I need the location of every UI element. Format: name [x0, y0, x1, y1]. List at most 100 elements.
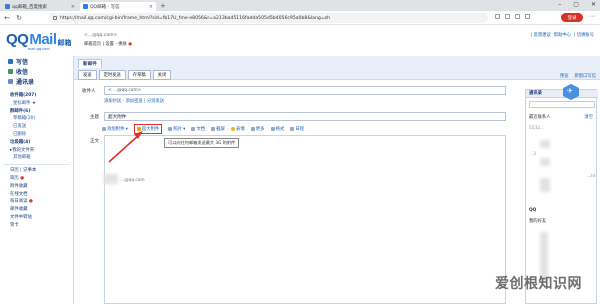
- folder-drafts[interactable]: 草稿箱(20): [4, 115, 70, 123]
- save-draft-button[interactable]: 存草稿: [127, 70, 151, 80]
- emoji-button[interactable]: 表情: [230, 126, 245, 132]
- body-editor[interactable]: [104, 135, 506, 304]
- folder-deleted[interactable]: 已删除: [4, 131, 70, 139]
- blurred-contact: [540, 158, 550, 166]
- to-field[interactable]: < …@qq.com>: [104, 86, 506, 95]
- contacts-panel: 通讯录 最近联系人 清空 5532… …3 …zd QQ 我的好友: [525, 89, 598, 304]
- format-button[interactable]: 格式: [270, 126, 284, 132]
- scheduled-send-button[interactable]: 定时发送: [98, 70, 126, 80]
- logo-mail-text: Mail: [29, 31, 57, 48]
- qq-label: QQ: [529, 208, 537, 213]
- url-field[interactable]: https://mail.qq.com/cgi-bin/frame_html?s…: [48, 13, 488, 23]
- scissors-icon: [211, 127, 216, 131]
- screenshot-button[interactable]: 截屏: [211, 126, 225, 132]
- resume-link[interactable]: 简历 ●: [4, 175, 70, 183]
- contacts-search-input[interactable]: [529, 101, 595, 108]
- minimize-icon[interactable]: –: [558, 1, 561, 8]
- favorite-star-icon[interactable]: [505, 14, 510, 19]
- online-docs-link[interactable]: 在线文档: [4, 191, 70, 199]
- grid-icon: [250, 127, 255, 131]
- collections-icon[interactable]: [515, 14, 520, 19]
- compose-button[interactable]: 写信: [4, 56, 70, 66]
- document-icon: [191, 127, 196, 131]
- lock-icon: [53, 16, 57, 20]
- top-links-text[interactable]: 邮箱首页 | 设置 - 换肤: [84, 42, 127, 47]
- feedback-link[interactable]: | 反馈建议: [531, 32, 551, 38]
- folder-spam[interactable]: 垃圾箱(4): [4, 139, 70, 147]
- tab-label: qq邮箱_百度搜索: [12, 4, 47, 10]
- account-address: <…@qq.com>: [84, 33, 118, 38]
- receive-button[interactable]: 收信: [4, 66, 70, 76]
- header-right-links: | 反馈建议 帮助中心 | 切换账号: [531, 32, 594, 38]
- photo-button[interactable]: 照片 ▾: [168, 126, 185, 132]
- close-window-icon[interactable]: ✕: [591, 1, 596, 8]
- large-attachment-button[interactable]: 超大附件: [133, 124, 163, 134]
- preview-link[interactable]: 预览: [560, 73, 569, 79]
- subject-field[interactable]: 超大附件: [104, 112, 506, 121]
- body-label: 正文: [90, 139, 99, 144]
- qq-friends-header[interactable]: QQ: [529, 208, 536, 213]
- qqmail-logo[interactable]: QQ Mail 邮箱: [6, 31, 72, 48]
- browser-login-button[interactable]: 登录: [561, 13, 583, 22]
- resume-label: 简历: [10, 175, 19, 181]
- tab-baidu-search[interactable]: qq邮箱_百度搜索 ×: [2, 2, 78, 11]
- clear-recent-link[interactable]: 清空: [584, 114, 593, 120]
- contacts-label: 通讯录: [16, 78, 35, 86]
- more-icon[interactable]: ⋯: [589, 13, 595, 20]
- back-icon[interactable]: ←: [4, 14, 10, 22]
- folder-sent[interactable]: 已发送: [4, 123, 70, 131]
- photo-icon: [168, 127, 173, 131]
- compose-toolbar: 添加附件 ▾ 超大附件 照片 ▾ 文档 截屏 表情 更多 格式 日程: [102, 124, 508, 134]
- send-button[interactable]: 发送: [78, 70, 97, 80]
- contact-row[interactable]: …zd: [586, 174, 595, 179]
- mail-header: QQ Mail 邮箱 mail.qq.com <…@qq.com> 邮箱首页 |…: [0, 25, 600, 55]
- calendar-notes-link[interactable]: 日历 | 记事本: [4, 167, 70, 175]
- attachments-link[interactable]: 附件收藏: [4, 183, 70, 191]
- close-tab-icon[interactable]: ×: [71, 4, 75, 10]
- large-attachment-icon: [136, 127, 141, 131]
- read-aloud-icon[interactable]: [495, 14, 500, 19]
- screenshot-label: 截屏: [216, 127, 225, 132]
- more-button[interactable]: 更多: [250, 126, 265, 132]
- add-attachment-button[interactable]: 添加附件 ▾: [102, 126, 128, 132]
- subject-label: 主题: [90, 115, 99, 120]
- contact-row[interactable]: …3: [529, 152, 536, 157]
- blurred-avatar: [104, 174, 118, 184]
- schedule-button[interactable]: 日程: [290, 126, 304, 132]
- folder-inbox[interactable]: 收件箱(207): [4, 92, 70, 100]
- compose-title: 新邮件: [78, 59, 102, 68]
- top-links: 邮箱首页 | 设置 - 换肤 ●: [84, 41, 132, 47]
- greeting-cards-link[interactable]: 贺卡: [4, 222, 70, 230]
- address-toolbar: ← ↻ https://mail.qq.com/cgi-bin/frame_ht…: [0, 11, 600, 25]
- smiley-icon: [230, 127, 235, 131]
- contact-row[interactable]: 5532…: [529, 126, 544, 131]
- contacts-button[interactable]: 通讯录: [4, 76, 70, 86]
- folder-starred[interactable]: 星标邮件 ★: [4, 100, 70, 108]
- switch-account-link[interactable]: | 切换账号: [574, 32, 594, 38]
- document-button[interactable]: 文档: [191, 126, 205, 132]
- folder-other-mail[interactable]: 其他邮箱: [4, 154, 70, 162]
- file-transfer-link[interactable]: 文件中转站: [4, 214, 70, 222]
- folder-group-mail[interactable]: 群邮件(6): [4, 108, 70, 116]
- watermark: 爱创根知识网: [495, 275, 582, 291]
- receive-label: 收信: [16, 68, 29, 76]
- close-tab-icon[interactable]: ×: [149, 4, 153, 10]
- help-link[interactable]: 帮助中心: [554, 32, 571, 38]
- new-tab-icon[interactable]: +: [156, 2, 170, 11]
- maximize-icon[interactable]: ▢: [573, 1, 579, 8]
- new-window-link[interactable]: 新窗口写信: [575, 73, 596, 79]
- contacts-tab[interactable]: 通讯录: [526, 90, 598, 98]
- my-folders[interactable]: ▸我的文件夹: [4, 147, 70, 155]
- large-attachment-label: 超大附件: [141, 127, 160, 132]
- new-dot-icon: ●: [20, 175, 25, 181]
- refresh-icon[interactable]: ↻: [16, 14, 22, 22]
- mail-favorites-link[interactable]: 邮件收藏: [4, 206, 70, 214]
- tab-qq-mail[interactable]: QQ邮箱 - 写信 ×: [80, 2, 156, 11]
- close-button[interactable]: 关闭: [152, 70, 172, 80]
- extensions-icon[interactable]: [525, 14, 530, 19]
- cc-bcc-links[interactable]: 添加抄送 - 添加密送 | 分别发送: [104, 98, 164, 104]
- to-value: < …@qq.com>: [108, 88, 142, 93]
- blurred-contact: [540, 140, 550, 148]
- daily-reading-link[interactable]: 每日阅读 ●: [4, 198, 70, 206]
- friends-group[interactable]: 我的好友: [529, 218, 546, 224]
